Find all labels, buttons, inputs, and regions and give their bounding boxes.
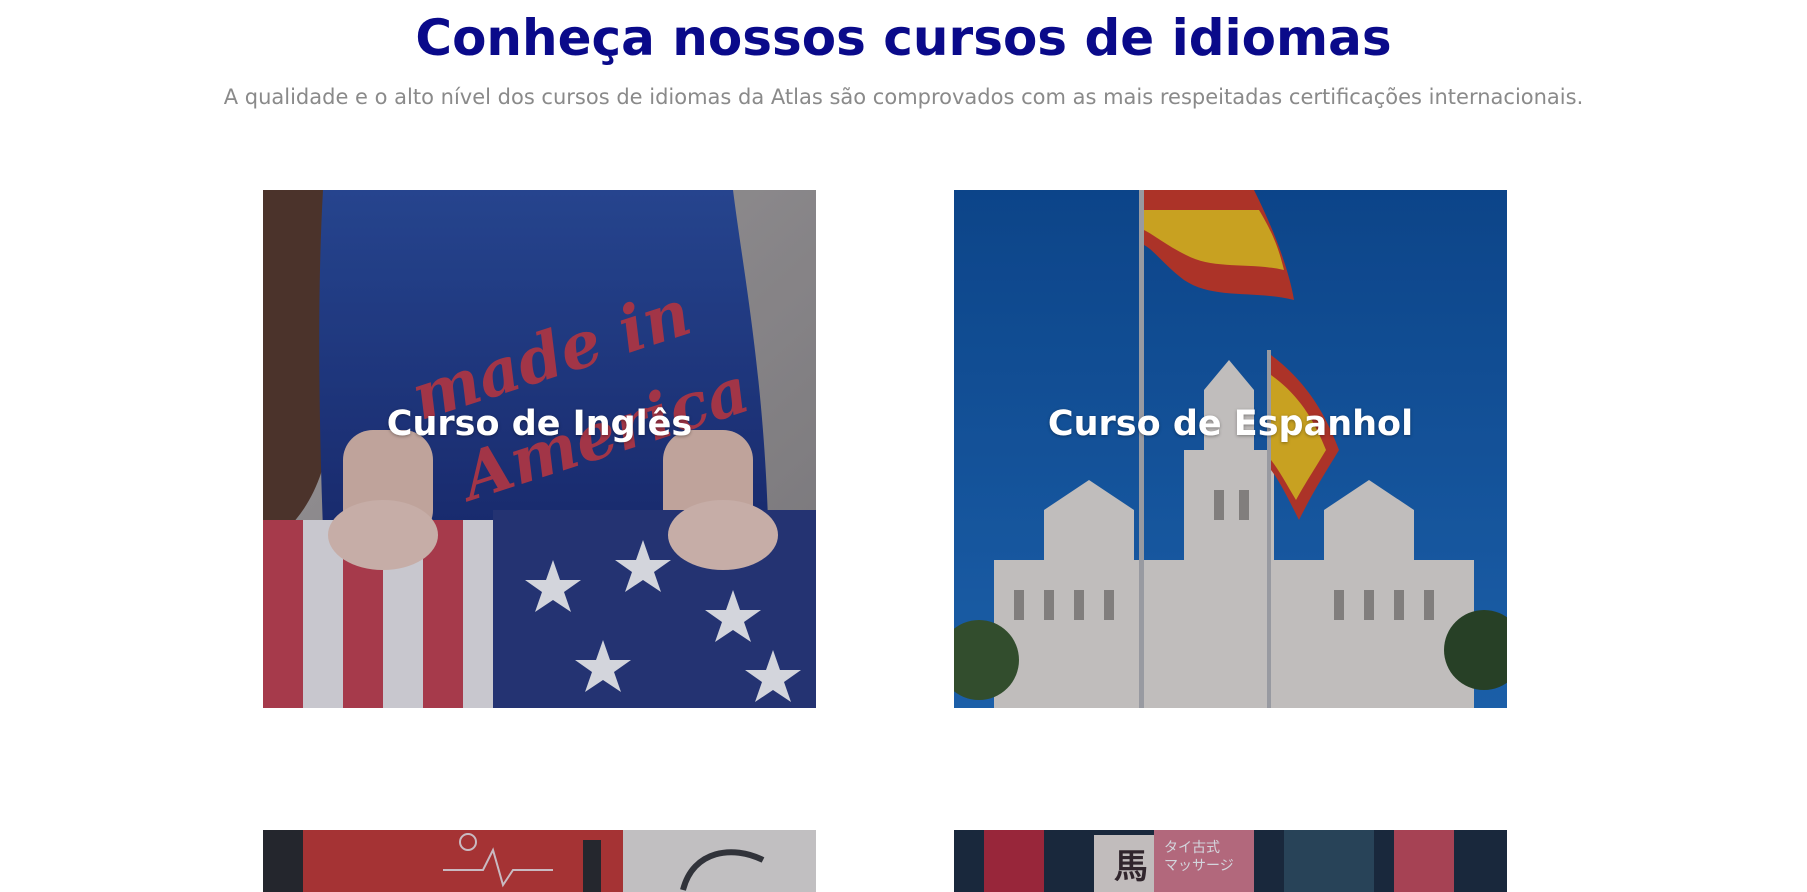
page-title: Conheça nossos cursos de idiomas bbox=[415, 9, 1392, 67]
card-label: Curso de Espanhol bbox=[1047, 404, 1414, 444]
course-card-4[interactable]: 馬 タイ古式 マッサージ bbox=[954, 830, 1507, 892]
course-card-3[interactable] bbox=[263, 830, 816, 892]
card-overlay bbox=[263, 830, 816, 892]
card-label: Curso de Inglês bbox=[386, 404, 693, 444]
card-overlay bbox=[954, 190, 1507, 708]
course-card-ingles[interactable]: made in America Curso de Inglês bbox=[263, 190, 816, 708]
card-overlay bbox=[263, 190, 816, 708]
card-overlay bbox=[954, 830, 1507, 892]
page-subtitle: A qualidade e o alto nível dos cursos de… bbox=[223, 85, 1584, 109]
course-card-espanhol[interactable]: Curso de Espanhol bbox=[954, 190, 1507, 708]
